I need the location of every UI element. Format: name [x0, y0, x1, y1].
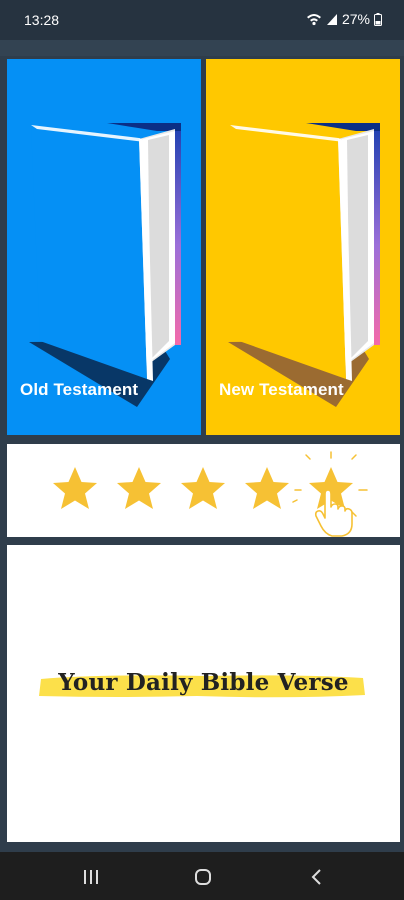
home-icon[interactable] [194, 868, 212, 891]
app-top-strip [0, 40, 404, 56]
daily-verse-title: Your Daily Bible Verse [58, 669, 349, 696]
star-icon [53, 467, 97, 509]
book-icon [228, 123, 380, 407]
star-icon [181, 467, 225, 509]
system-nav-bar [0, 852, 404, 900]
recent-apps-icon[interactable] [82, 868, 100, 891]
rating-graphic [53, 451, 368, 537]
new-testament-card[interactable]: New Testament [206, 59, 400, 435]
battery-percent: 27% [341, 11, 370, 27]
daily-verse-card[interactable]: Your Daily Bible Verse [7, 545, 400, 842]
book-icon [29, 123, 181, 407]
rate-app-card[interactable] [7, 444, 400, 537]
signal-icon [326, 13, 338, 26]
old-testament-label: Old Testament [20, 380, 139, 399]
back-icon[interactable] [310, 868, 324, 891]
status-bar: 13:28 27% [0, 0, 404, 40]
battery-icon [374, 12, 382, 26]
status-time: 13:28 [24, 12, 60, 28]
status-icons: 27% [306, 11, 382, 27]
star-icon [117, 467, 161, 509]
star-icon [245, 467, 289, 509]
new-testament-label: New Testament [219, 380, 344, 399]
old-testament-card[interactable]: Old Testament [7, 59, 201, 435]
wifi-icon [306, 12, 322, 26]
